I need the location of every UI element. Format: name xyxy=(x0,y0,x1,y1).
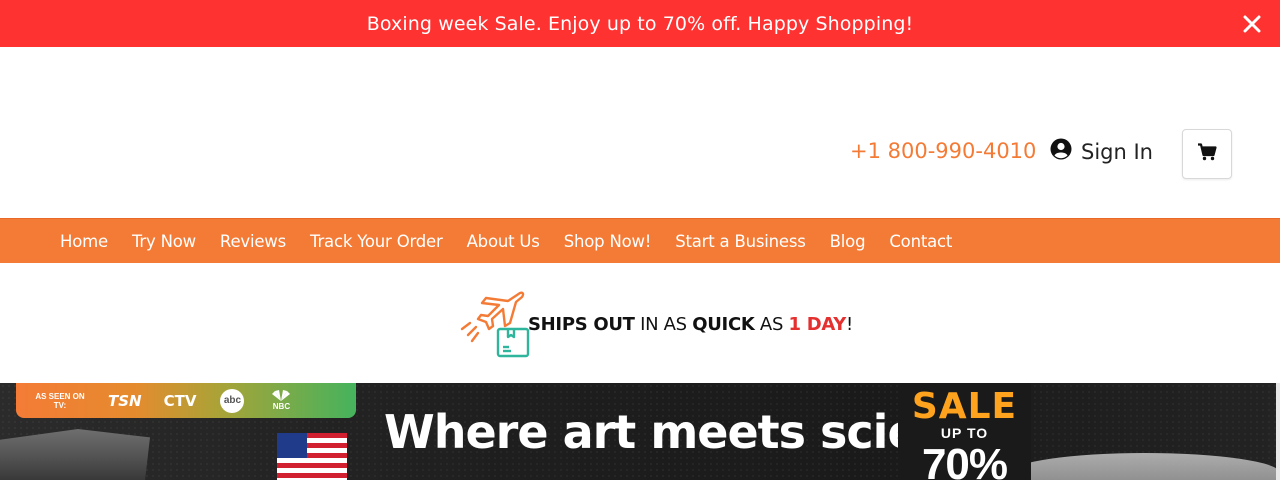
nav-item-blog[interactable]: Blog xyxy=(830,232,866,251)
as-seen-on-tv-bar: AS SEEN ON TV: TSN CTV abc NBC xyxy=(16,383,356,418)
announcement-bar: Boxing week Sale. Enjoy up to 70% off. H… xyxy=(0,0,1280,47)
cart-icon xyxy=(1197,142,1217,166)
nbc-label: NBC xyxy=(272,402,291,411)
nav-item-contact[interactable]: Contact xyxy=(889,232,952,251)
main-nav: Home Try Now Reviews Track Your Order Ab… xyxy=(0,218,1280,263)
nav-item-home[interactable]: Home xyxy=(60,232,108,251)
nav-item-about-us[interactable]: About Us xyxy=(467,232,540,251)
us-flag-icon xyxy=(277,433,347,480)
as-seen-label: AS SEEN ON TV: xyxy=(35,391,85,410)
sale-up-to: UP TO xyxy=(940,425,989,441)
nbc-logo: NBC xyxy=(270,390,292,411)
site-header: +1 800-990-4010 Sign In xyxy=(0,47,1280,218)
nav-item-shop-now[interactable]: Shop Now! xyxy=(564,232,652,251)
quick-text: QUICK xyxy=(692,314,755,335)
nav-item-start-a-business[interactable]: Start a Business xyxy=(675,232,806,251)
nav-item-try-now[interactable]: Try Now xyxy=(132,232,196,251)
tsn-logo: TSN xyxy=(108,391,142,410)
airplane-package-icon xyxy=(456,289,532,364)
ships-out-text: SHIPS OUT xyxy=(528,314,635,335)
shipping-text: SHIPS OUT IN AS QUICK AS 1 DAY! xyxy=(528,314,853,335)
ctv-logo: CTV xyxy=(163,391,197,410)
sign-in-label: Sign In xyxy=(1081,139,1153,164)
one-day-text: 1 DAY xyxy=(788,314,847,335)
nav-item-reviews[interactable]: Reviews xyxy=(220,232,286,251)
sale-badge: SALE UP TO 70% xyxy=(898,383,1031,480)
sale-percent: 70% xyxy=(921,440,1008,480)
phone-link[interactable]: +1 800-990-4010 xyxy=(850,139,1036,163)
abc-logo: abc xyxy=(220,388,245,413)
nav-item-track-your-order[interactable]: Track Your Order xyxy=(310,232,443,251)
close-icon[interactable] xyxy=(1240,12,1264,36)
exclaim-text: ! xyxy=(845,314,853,335)
sale-word: SALE xyxy=(911,386,1018,427)
hero-banner[interactable]: AS SEEN ON TV: TSN CTV abc NBC Where art xyxy=(0,383,1280,480)
as-text: AS xyxy=(754,314,789,335)
announcement-text: Boxing week Sale. Enjoy up to 70% off. H… xyxy=(366,12,914,35)
cart-button[interactable] xyxy=(1182,129,1232,179)
in-as-text: IN AS xyxy=(634,314,693,335)
shipping-banner: SHIPS OUT IN AS QUICK AS 1 DAY! xyxy=(0,263,1280,383)
user-circle-icon xyxy=(1050,138,1072,165)
sign-in-button[interactable]: Sign In xyxy=(1050,138,1153,165)
scrollbar[interactable] xyxy=(1276,383,1280,480)
